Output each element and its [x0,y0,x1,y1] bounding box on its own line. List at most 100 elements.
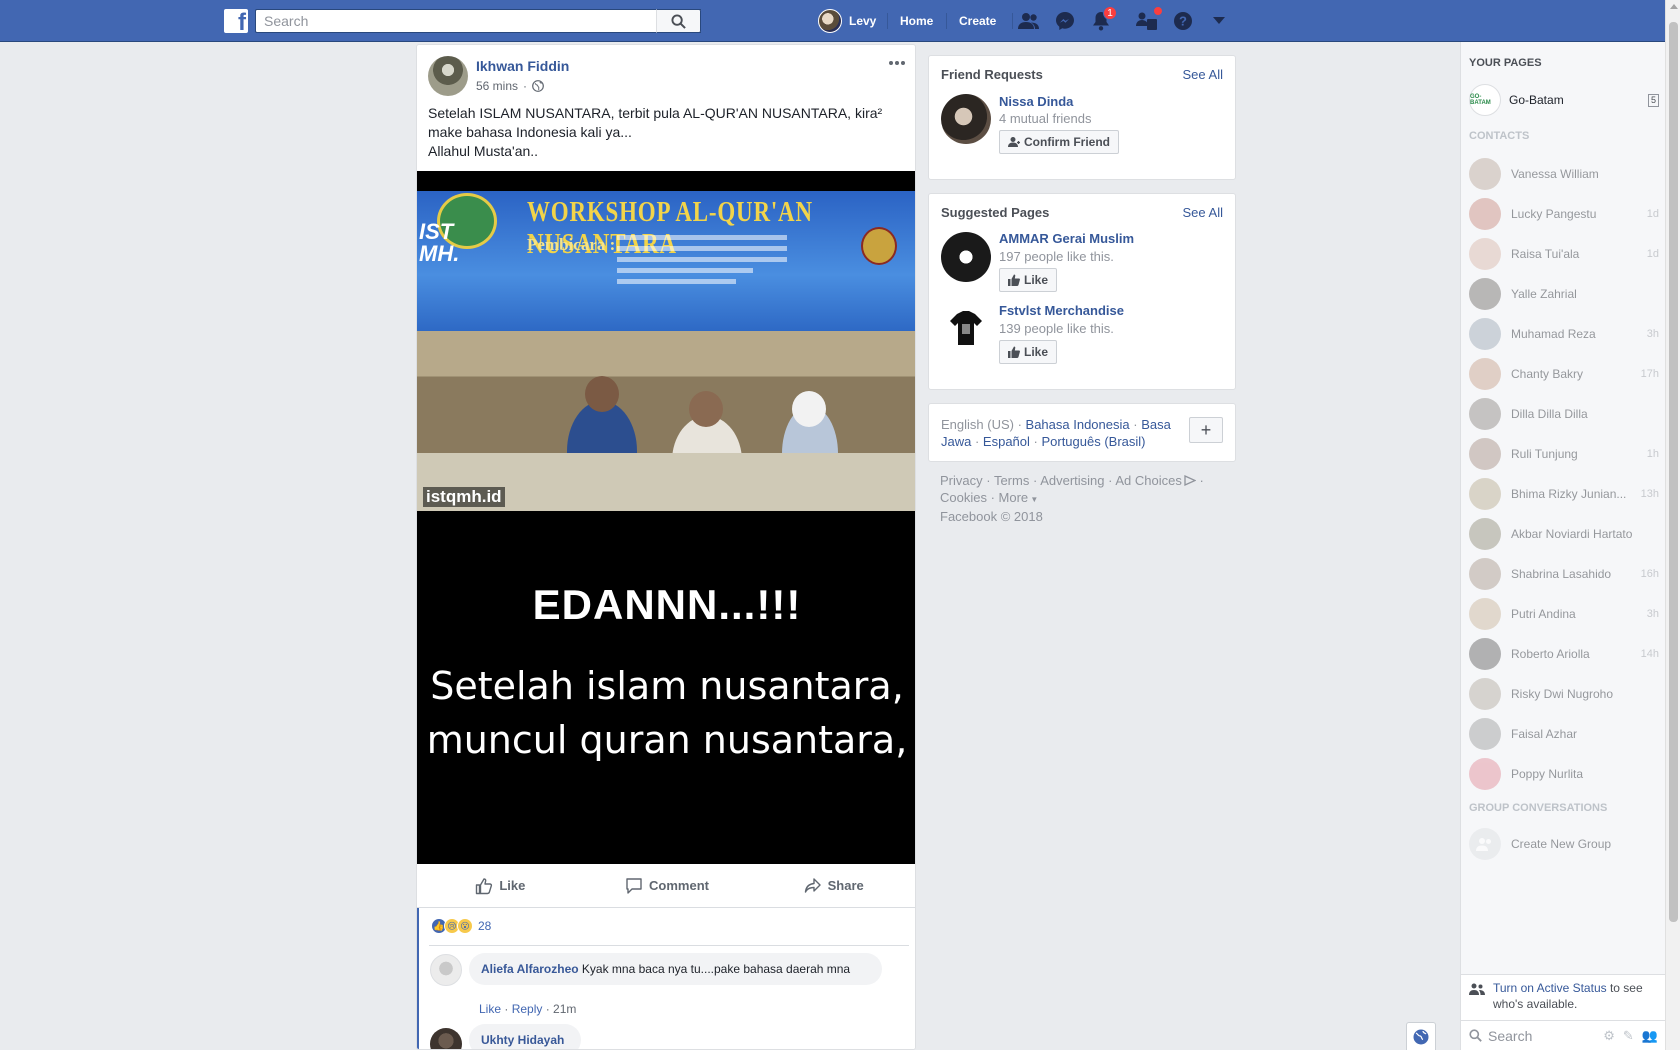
footer-link-advertising[interactable]: Advertising [1040,473,1104,488]
suggested-page-name[interactable]: AMMAR Gerai Muslim [999,231,1134,246]
contact-item[interactable]: Akbar Noviardi Hartato [1469,516,1659,552]
banner-subtitle: Pembicara : [527,235,616,254]
contact-item[interactable]: Faisal Azhar [1469,716,1659,752]
divider [429,945,909,946]
comment-button[interactable]: Comment [584,864,751,907]
contact-avatar [1469,478,1501,510]
comment-reply-link[interactable]: Reply [512,1002,543,1016]
nav-profile-link[interactable]: Levy [818,0,876,42]
comment-author[interactable]: Aliefa Alfarozheo [481,962,579,976]
new-message-icon[interactable]: ✎ [1623,1028,1634,1044]
footer-link-privacy[interactable]: Privacy [940,473,983,488]
post-timestamp[interactable]: 56 mins [476,79,518,93]
like-page-label: Like [1024,345,1049,359]
search-button[interactable] [656,9,701,33]
create-group-item[interactable]: Create New Group [1469,826,1659,862]
friend-requests-see-all-link[interactable]: See All [1183,67,1223,82]
notifications-button[interactable]: 1 [1089,6,1117,33]
mutual-friends[interactable]: 4 mutual friends [999,111,1092,126]
chat-search-bar: ⚙ ✎ 👥 [1461,1020,1666,1050]
contact-item[interactable]: Roberto Ariolla 14h [1469,636,1659,672]
suggested-pages-see-all-link[interactable]: See All [1183,205,1223,220]
footer-link-cookies[interactable]: Cookies [940,490,987,505]
post-author-name[interactable]: Ikhwan Fiddin [476,58,569,74]
contact-item[interactable]: Bhima Rizky Junian... 13h [1469,476,1659,512]
speaker-head [792,391,826,427]
like-page-button[interactable]: Like [999,340,1058,364]
speaker-head [689,391,723,427]
post-image[interactable]: WORKSHOP AL-QUR'AN NUSANTARA Pembicara :… [417,171,915,864]
avatar [818,9,842,33]
contact-last-active: 1h [1646,448,1659,460]
more-languages-button[interactable]: + [1189,417,1223,443]
banner-speaker-list [617,235,787,290]
contact-item[interactable]: Muhamad Reza 3h [1469,316,1659,352]
contact-item[interactable]: Dilla Dilla Dilla [1469,396,1659,432]
reactions-summary[interactable]: 👍 😢 😮 28 [431,918,491,934]
contact-item[interactable]: Poppy Nurlita [1469,756,1659,792]
facebook-logo[interactable]: f [224,9,248,35]
contact-item[interactable]: Ruli Tunjung 1h [1469,436,1659,472]
contact-avatar [1469,358,1501,390]
scroll-up-arrow[interactable] [1670,4,1678,9]
comment-time[interactable]: 21m [553,1002,576,1016]
scrollbar-thumb[interactable] [1669,22,1678,922]
new-group-icon[interactable]: 👥 [1642,1028,1658,1044]
suggested-page-name[interactable]: Fstvlst Merchandise [999,303,1124,318]
page-thumbnail[interactable] [941,304,991,354]
search-input[interactable] [256,10,701,32]
friend-request-name[interactable]: Nissa Dinda [999,94,1073,109]
post-author-avatar[interactable] [428,56,468,96]
contact-name: Ruli Tunjung [1511,447,1578,461]
contact-item[interactable]: Vanessa William [1469,156,1659,192]
contact-item[interactable]: Raisa Tui'ala 1d [1469,236,1659,272]
page-scrollbar[interactable] [1665,0,1680,1050]
contact-item[interactable]: Chanty Bakry 17h [1469,356,1659,392]
share-icon [804,877,821,893]
globe-icon[interactable] [532,80,544,92]
comment-like-link[interactable]: Like [479,1002,501,1016]
nav-create-link[interactable]: Create [959,0,996,42]
nav-home-link[interactable]: Home [900,0,933,42]
top-navigation-bar: f Levy Home Create 1 ? [0,0,1665,42]
contact-item[interactable]: Shabrina Lasahido 16h [1469,556,1659,592]
contact-item[interactable]: Risky Dwi Nugroho [1469,676,1659,712]
friend-requests-button[interactable] [1017,9,1041,33]
messenger-button[interactable] [1053,9,1077,33]
help-button[interactable]: ? [1171,9,1195,33]
confirm-friend-button[interactable]: Confirm Friend [999,130,1119,154]
footer-link-terms[interactable]: Terms [994,473,1029,488]
comment-author[interactable]: Ukhty Hidayah [481,1033,564,1047]
your-page-item[interactable]: GO-BATAM Go-Batam 5 [1469,84,1659,116]
comment-avatar[interactable] [430,954,462,986]
share-button[interactable]: Share [750,864,915,907]
like-page-button[interactable]: Like [999,268,1058,292]
footer-link-more[interactable]: More [999,490,1029,505]
meta-separator: · [523,79,528,93]
friend-request-avatar[interactable] [941,94,991,144]
contact-item[interactable]: Lucky Pangestu 1d [1469,196,1659,232]
language-globe-button[interactable] [1406,1022,1436,1050]
contact-last-active: 1d [1646,208,1659,220]
account-menu-button[interactable] [1207,9,1231,33]
contact-item[interactable]: Yalle Zahrial [1469,276,1659,312]
chat-search-input[interactable] [1488,1027,1598,1044]
friends-icon [1018,13,1039,29]
corner-logo-text: IST MH. [419,219,460,266]
footer-link-ad-choices[interactable]: Ad Choices [1115,473,1181,488]
thumbs-up-icon [1008,346,1020,358]
quick-help-button[interactable] [1135,6,1163,33]
gear-icon[interactable]: ⚙ [1603,1028,1615,1044]
like-button[interactable]: Like [417,864,584,907]
language-link[interactable]: Español [983,434,1030,449]
language-link[interactable]: Português (Brasil) [1041,434,1145,449]
post-options-button[interactable] [887,55,907,71]
news-feed-post: Ikhwan Fiddin 56 mins · Setelah ISLAM NU… [416,44,916,1050]
comment-avatar[interactable] [430,1028,462,1049]
comment-bubble: Ukhty Hidayah [469,1024,581,1049]
confirm-friend-label: Confirm Friend [1024,135,1110,149]
language-link[interactable]: Bahasa Indonesia [1026,417,1130,432]
contact-item[interactable]: Putri Andina 3h [1469,596,1659,632]
turn-on-active-status-link[interactable]: Turn on Active Status [1493,981,1607,995]
page-thumbnail[interactable] [941,232,991,282]
